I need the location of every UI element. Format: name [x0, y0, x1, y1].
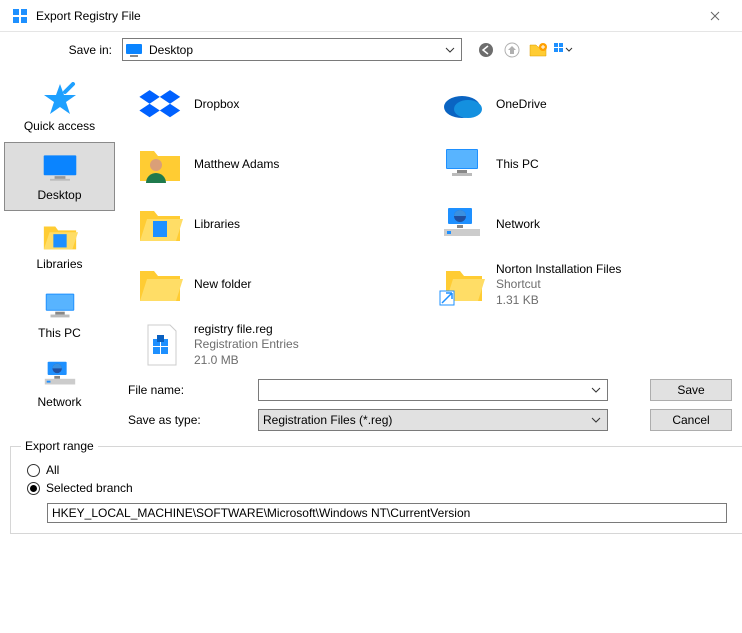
file-name: Network — [496, 217, 540, 233]
file-item-regfile[interactable]: registry file.reg Registration Entries 2… — [128, 315, 430, 375]
network-icon — [434, 201, 490, 249]
radio-all[interactable] — [27, 464, 40, 477]
file-item-user[interactable]: Matthew Adams — [128, 135, 430, 195]
cancel-button[interactable]: Cancel — [650, 409, 732, 431]
file-name: registry file.reg — [194, 322, 299, 338]
location-bar: Save in: Desktop — [0, 32, 742, 71]
sidebar-item-label: This PC — [38, 326, 81, 340]
libraries-icon — [41, 220, 79, 254]
shortcut-folder-icon — [434, 261, 490, 309]
radio-all-row[interactable]: All — [27, 463, 733, 477]
export-range-legend: Export range — [21, 439, 98, 453]
file-item-onedrive[interactable]: OneDrive — [430, 75, 732, 135]
radio-all-label: All — [46, 463, 59, 477]
chevron-down-icon — [587, 410, 605, 430]
file-name: Matthew Adams — [194, 157, 279, 173]
reg-file-icon — [132, 321, 188, 369]
file-size: 21.0 MB — [194, 353, 299, 369]
branch-input[interactable] — [47, 503, 727, 523]
desktop-icon — [125, 43, 143, 57]
sidebar-item-network[interactable]: Network — [4, 349, 115, 418]
savein-label: Save in: — [10, 43, 122, 57]
nav-toolbar — [476, 40, 574, 60]
sidebar-item-quickaccess[interactable]: Quick access — [4, 73, 115, 142]
back-button[interactable] — [476, 40, 496, 60]
file-item-dropbox[interactable]: Dropbox — [128, 75, 430, 135]
libraries-icon — [132, 201, 188, 249]
this-pc-icon — [41, 289, 79, 323]
sidebar-item-label: Libraries — [36, 257, 82, 271]
up-button[interactable] — [502, 40, 522, 60]
quick-access-icon — [41, 82, 79, 116]
file-size: 1.31 KB — [496, 293, 621, 309]
export-range-group: Export range All Selected branch — [10, 439, 742, 534]
file-type: Registration Entries — [194, 337, 299, 353]
app-icon — [12, 8, 28, 24]
sidebar-item-label: Desktop — [37, 188, 81, 202]
file-item-norton[interactable]: Norton Installation Files Shortcut 1.31 … — [430, 255, 732, 315]
file-item-thispc[interactable]: This PC — [430, 135, 732, 195]
folder-icon — [132, 261, 188, 309]
close-button[interactable] — [692, 0, 738, 32]
sidebar-item-thispc[interactable]: This PC — [4, 280, 115, 349]
file-name: Libraries — [194, 217, 240, 233]
titlebar: Export Registry File — [0, 0, 742, 32]
view-menu-button[interactable] — [554, 40, 574, 60]
saveastype-label: Save as type: — [128, 413, 258, 427]
sidebar-item-label: Network — [37, 395, 81, 409]
file-item-network[interactable]: Network — [430, 195, 732, 255]
saveastype-value: Registration Files (*.reg) — [263, 413, 392, 427]
chevron-down-icon — [441, 40, 459, 59]
file-name: This PC — [496, 157, 539, 173]
user-folder-icon — [132, 141, 188, 189]
file-name: Dropbox — [194, 97, 239, 113]
places-bar: Quick access Desktop Libraries This PC N… — [0, 71, 118, 431]
window-title: Export Registry File — [36, 9, 692, 23]
savein-combo[interactable]: Desktop — [122, 38, 462, 61]
radio-selected-branch[interactable] — [27, 482, 40, 495]
file-name: New folder — [194, 277, 251, 293]
new-folder-button[interactable] — [528, 40, 548, 60]
desktop-icon — [41, 151, 79, 185]
this-pc-icon — [434, 141, 490, 189]
chevron-down-icon — [587, 380, 605, 400]
network-icon — [41, 358, 79, 392]
file-name: Norton Installation Files — [496, 262, 621, 278]
filename-label: File name: — [128, 383, 258, 397]
file-type: Shortcut — [496, 277, 621, 293]
dropbox-icon — [132, 81, 188, 129]
sidebar-item-label: Quick access — [24, 119, 95, 133]
radio-selected-label: Selected branch — [46, 481, 133, 495]
savein-value: Desktop — [149, 43, 441, 57]
filename-input[interactable] — [258, 379, 608, 401]
file-name: OneDrive — [496, 97, 547, 113]
onedrive-icon — [434, 81, 490, 129]
file-list[interactable]: Dropbox OneDrive Matthew Adams This PC L… — [128, 75, 732, 375]
sidebar-item-libraries[interactable]: Libraries — [4, 211, 115, 280]
saveastype-combo[interactable]: Registration Files (*.reg) — [258, 409, 608, 431]
radio-selected-row[interactable]: Selected branch — [27, 481, 733, 495]
sidebar-item-desktop[interactable]: Desktop — [4, 142, 115, 211]
file-item-newfolder[interactable]: New folder — [128, 255, 430, 315]
file-item-libraries[interactable]: Libraries — [128, 195, 430, 255]
save-button[interactable]: Save — [650, 379, 732, 401]
